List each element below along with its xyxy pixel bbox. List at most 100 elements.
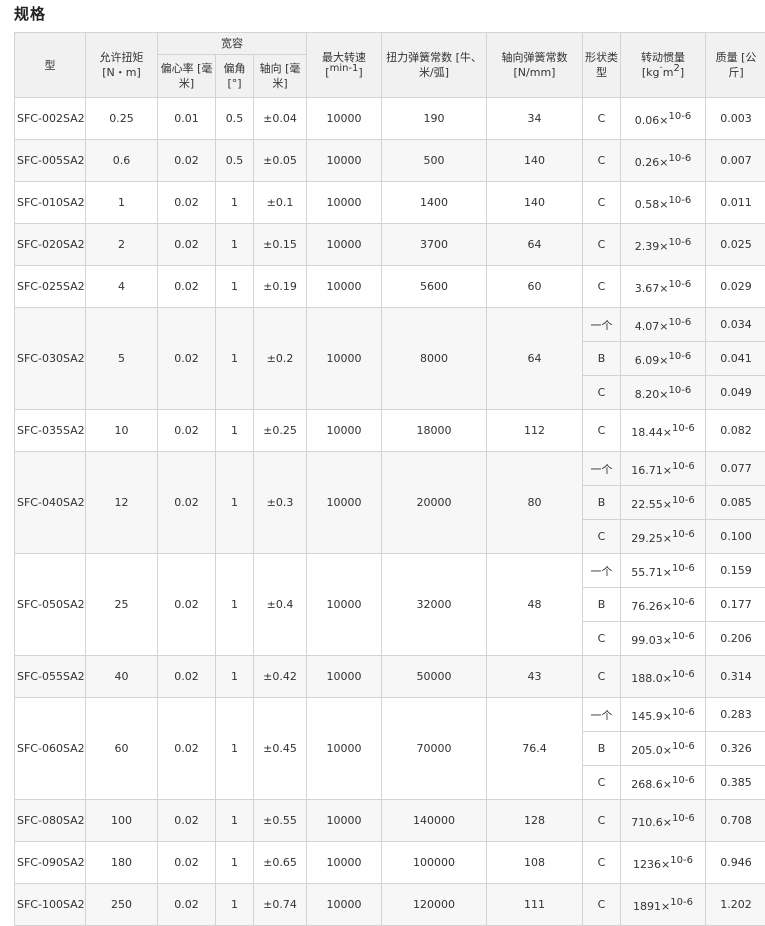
inertia-cell: 4.07×10-6	[621, 308, 706, 342]
shape-cell: 一个	[583, 698, 621, 732]
inertia-cell: 710.6×10-6	[621, 800, 706, 842]
angle-cell: 1	[216, 266, 254, 308]
axial-spring-cell: 128	[487, 800, 583, 842]
inertia-cell: 6.09×10-6	[621, 342, 706, 376]
header-torque: 允许扭矩 [N・m]	[86, 33, 158, 98]
axial-spring-cell: 60	[487, 266, 583, 308]
inertia-cell: 1236×10-6	[621, 842, 706, 884]
eccentricity-cell: 0.02	[158, 698, 216, 800]
angle-cell: 1	[216, 452, 254, 554]
header-angle: 偏角 [°]	[216, 55, 254, 98]
torsion-spring-cell: 3700	[382, 224, 487, 266]
max-speed-cell: 10000	[307, 698, 382, 800]
inertia-exponent: 10-6	[670, 855, 693, 866]
inertia-exponent: 10-6	[669, 111, 692, 122]
inertia-cell: 188.0×10-6	[621, 656, 706, 698]
axial-cell: ±0.4	[254, 554, 307, 656]
spec-table-body: SFC-002SA20.250.010.5±0.041000019034C0.0…	[15, 98, 765, 926]
torque-cell: 100	[86, 800, 158, 842]
shape-cell: C	[583, 800, 621, 842]
angle-cell: 1	[216, 656, 254, 698]
axial-cell: ±0.65	[254, 842, 307, 884]
inertia-value: 99.03	[631, 634, 663, 647]
inertia-cell: 29.25×10-6	[621, 520, 706, 554]
angle-cell: 1	[216, 698, 254, 800]
inertia-times: ×	[663, 600, 672, 613]
mass-cell: 0.385	[706, 766, 765, 800]
torque-cell: 5	[86, 308, 158, 410]
eccentricity-cell: 0.02	[158, 656, 216, 698]
inertia-value: 710.6	[631, 816, 663, 829]
model-cell: SFC-055SA2	[15, 656, 86, 698]
eccentricity-cell: 0.02	[158, 800, 216, 842]
mass-cell: 0.946	[706, 842, 765, 884]
torsion-spring-cell: 20000	[382, 452, 487, 554]
axial-spring-cell: 112	[487, 410, 583, 452]
inertia-times: ×	[663, 498, 672, 511]
mass-cell: 0.082	[706, 410, 765, 452]
angle-cell: 1	[216, 224, 254, 266]
shape-cell: C	[583, 410, 621, 452]
mass-cell: 0.077	[706, 452, 765, 486]
inertia-times: ×	[663, 566, 672, 579]
shape-cell: C	[583, 520, 621, 554]
header-eccentricity: 偏心率 [毫米]	[158, 55, 216, 98]
eccentricity-cell: 0.02	[158, 140, 216, 182]
axial-spring-cell: 111	[487, 884, 583, 926]
eccentricity-cell: 0.02	[158, 224, 216, 266]
torque-cell: 1	[86, 182, 158, 224]
inertia-times: ×	[663, 426, 672, 439]
max-speed-cell: 10000	[307, 842, 382, 884]
table-row: SFC-050SA2250.021±0.4100003200048一个55.71…	[15, 554, 765, 588]
max-speed-cell: 10000	[307, 800, 382, 842]
mass-cell: 0.003	[706, 98, 765, 140]
inertia-cell: 268.6×10-6	[621, 766, 706, 800]
inertia-cell: 55.71×10-6	[621, 554, 706, 588]
max-speed-cell: 10000	[307, 182, 382, 224]
eccentricity-cell: 0.02	[158, 308, 216, 410]
mass-cell: 0.159	[706, 554, 765, 588]
axial-spring-cell: 43	[487, 656, 583, 698]
inertia-exponent: 10-6	[672, 461, 695, 472]
angle-cell: 1	[216, 554, 254, 656]
page-title: 规格	[14, 3, 46, 24]
table-row: SFC-002SA20.250.010.5±0.041000019034C0.0…	[15, 98, 765, 140]
header-max-speed-unit: min-1	[330, 63, 359, 74]
shape-cell: B	[583, 486, 621, 520]
torque-cell: 180	[86, 842, 158, 884]
eccentricity-cell: 0.02	[158, 884, 216, 926]
inertia-value: 22.55	[631, 498, 663, 511]
model-cell: SFC-100SA2	[15, 884, 86, 926]
table-row: SFC-100SA22500.021±0.7410000120000111C18…	[15, 884, 765, 926]
inertia-value: 188.0	[631, 672, 663, 685]
inertia-cell: 8.20×10-6	[621, 376, 706, 410]
table-row: SFC-080SA21000.021±0.5510000140000128C71…	[15, 800, 765, 842]
mass-cell: 0.100	[706, 520, 765, 554]
torsion-spring-cell: 8000	[382, 308, 487, 410]
shape-cell: C	[583, 884, 621, 926]
angle-cell: 0.5	[216, 140, 254, 182]
torque-cell: 0.25	[86, 98, 158, 140]
torsion-spring-cell: 190	[382, 98, 487, 140]
spec-page: 规格 型 允许扭矩 [N・m] 宽容 最大转速 [min-1] 扭力弹簧常	[0, 0, 765, 841]
header-inertia: 转动惯量 [kg·m2]	[621, 33, 706, 98]
table-row: SFC-040SA2120.021±0.3100002000080一个16.71…	[15, 452, 765, 486]
shape-cell: B	[583, 342, 621, 376]
inertia-value: 0.58	[635, 198, 660, 211]
shape-cell: C	[583, 766, 621, 800]
axial-cell: ±0.1	[254, 182, 307, 224]
model-cell: SFC-005SA2	[15, 140, 86, 182]
max-speed-cell: 10000	[307, 884, 382, 926]
model-cell: SFC-010SA2	[15, 182, 86, 224]
shape-cell: 一个	[583, 452, 621, 486]
inertia-cell: 2.39×10-6	[621, 224, 706, 266]
angle-cell: 1	[216, 800, 254, 842]
axial-spring-cell: 48	[487, 554, 583, 656]
torsion-spring-cell: 32000	[382, 554, 487, 656]
max-speed-cell: 10000	[307, 410, 382, 452]
inertia-exponent: 10-6	[670, 897, 693, 908]
shape-cell: C	[583, 98, 621, 140]
inertia-exponent: 10-6	[669, 279, 692, 290]
inertia-value: 0.26	[635, 156, 660, 169]
inertia-cell: 22.55×10-6	[621, 486, 706, 520]
